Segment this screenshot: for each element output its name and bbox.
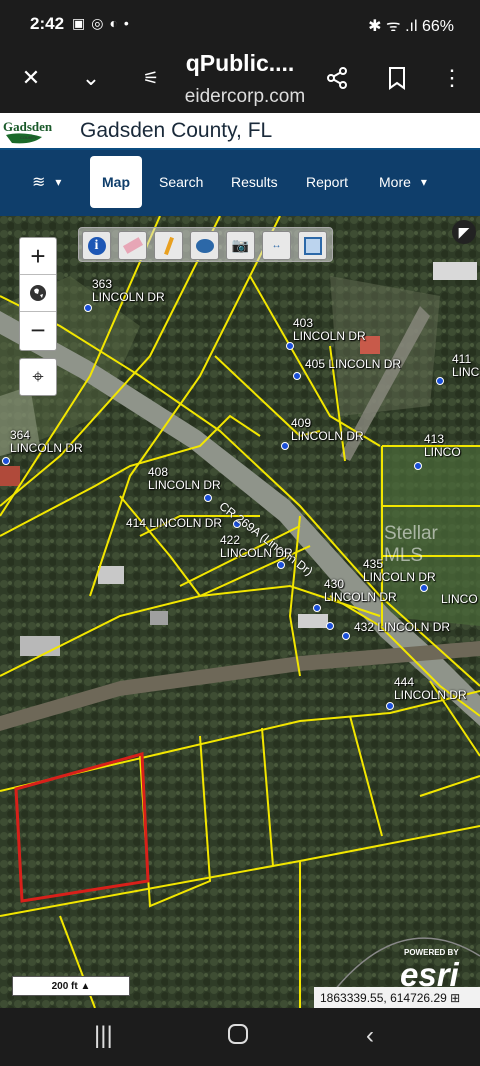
page-url[interactable]: eidercorp.com — [170, 86, 320, 108]
share-icon[interactable] — [321, 62, 353, 94]
chevron-down-icon: ▾ — [55, 175, 62, 189]
tab-report[interactable]: Report — [306, 156, 348, 208]
building — [433, 262, 477, 280]
back-icon[interactable]: ‹ — [366, 1022, 374, 1050]
building — [150, 611, 168, 625]
chevron-down-icon: ▾ — [420, 175, 427, 189]
collapse-icon[interactable]: ◤ — [452, 220, 476, 244]
site-header: Gadsden COUNTY Gadsden County, FL — [0, 113, 480, 150]
globe-icon[interactable] — [20, 275, 56, 312]
scale-label: 200 ft — [51, 980, 78, 992]
print-icon[interactable] — [298, 231, 327, 260]
parcel-label: 364 LINCOLN DR — [10, 428, 83, 455]
building — [98, 566, 124, 584]
parcel-label: 411 LINC — [452, 352, 480, 379]
tab-more[interactable]: More ▾ — [379, 156, 427, 208]
svg-text:COUNTY: COUNTY — [20, 135, 37, 140]
tab-more-label: More — [379, 174, 411, 190]
parcel-label: 403 LINCOLN DR — [293, 316, 366, 343]
locate-button[interactable]: ⌖ — [19, 358, 57, 396]
parcel-label: 405 LINCOLN DR — [305, 357, 402, 371]
bookmark-icon[interactable] — [381, 62, 413, 94]
svg-text:Gadsden: Gadsden — [3, 119, 53, 134]
camera-icon[interactable]: 📷 — [226, 231, 255, 260]
browser-toolbar: ✕ ⌄ ⚟ qPublic.... eidercorp.com ⋮ — [0, 48, 480, 113]
zoom-in-button[interactable]: + — [20, 238, 56, 275]
system-nav-bar: ||| ‹ — [0, 1008, 480, 1066]
zoom-out-button[interactable]: − — [20, 312, 56, 349]
map-view[interactable]: CR 269A (Lincoln Dr) Stellar MLS 363 LIN… — [0, 216, 480, 1008]
tab-results[interactable]: Results — [231, 156, 278, 208]
info-icon[interactable]: i — [82, 231, 111, 260]
aerial-map[interactable] — [0, 216, 480, 1008]
status-bar: 2:42 ▣◎◐• ✱ ᯤ .ıl 66% — [0, 0, 480, 48]
parcel-label: 430 LINCOLN DR — [324, 577, 397, 604]
close-icon[interactable]: ✕ — [15, 62, 47, 94]
tune-icon[interactable]: ⚟ — [135, 62, 167, 94]
pencil-icon[interactable] — [154, 231, 183, 260]
eraser-icon[interactable] — [118, 231, 147, 260]
status-time: 2:42 — [30, 14, 65, 33]
page-title: qPublic.... — [185, 50, 295, 76]
layers-menu-button[interactable]: ≋ ▾ — [32, 156, 61, 208]
parcel-label: 422 LINCOLN DR — [220, 533, 293, 560]
parcel-label: 408 LINCOLN DR — [148, 465, 221, 492]
parcel-label: 444 LINCOLN DR — [394, 675, 467, 702]
notification-icons: ▣◎◐• — [72, 15, 135, 31]
parcel-label: 414 LINCOLN DR — [126, 516, 223, 530]
building — [20, 636, 60, 656]
chevron-down-icon[interactable]: ⌄ — [75, 62, 107, 94]
zoom-control: + − — [19, 237, 57, 351]
scale-bar: 200 ft ▲ — [12, 976, 130, 996]
layers-icon: ≋ — [32, 174, 46, 191]
main-navbar: ≋ ▾ Map Search Results Report More ▾ — [0, 150, 480, 216]
parcel-label: 363 LINCOLN DR — [92, 277, 165, 304]
tab-map[interactable]: Map — [90, 156, 142, 208]
recents-icon[interactable]: ||| — [94, 1022, 113, 1050]
measure-icon[interactable]: ↔ — [262, 231, 291, 260]
more-vert-icon[interactable]: ⋮ — [436, 62, 468, 94]
parcel-label: 413 LINCO — [424, 432, 461, 459]
home-icon[interactable] — [226, 1022, 250, 1053]
map-toolbar: i 📷 ↔ — [78, 227, 333, 262]
status-right: ✱ ᯤ .ıl 66% — [368, 18, 454, 35]
building — [298, 614, 328, 628]
county-logo[interactable]: Gadsden COUNTY — [2, 117, 60, 147]
coordinate-readout: 1863339.55, 614726.29 ⊞ — [314, 987, 480, 1008]
building — [0, 466, 20, 486]
tab-search[interactable]: Search — [159, 156, 203, 208]
parcel-label: 409 LINCOLN DR — [291, 416, 364, 443]
layers-globe-icon[interactable] — [190, 231, 219, 260]
site-title: Gadsden County, FL — [80, 119, 273, 142]
parcel-label: 432 LINCOLN DR — [354, 620, 451, 634]
parcel-label: LINCO — [441, 592, 478, 606]
